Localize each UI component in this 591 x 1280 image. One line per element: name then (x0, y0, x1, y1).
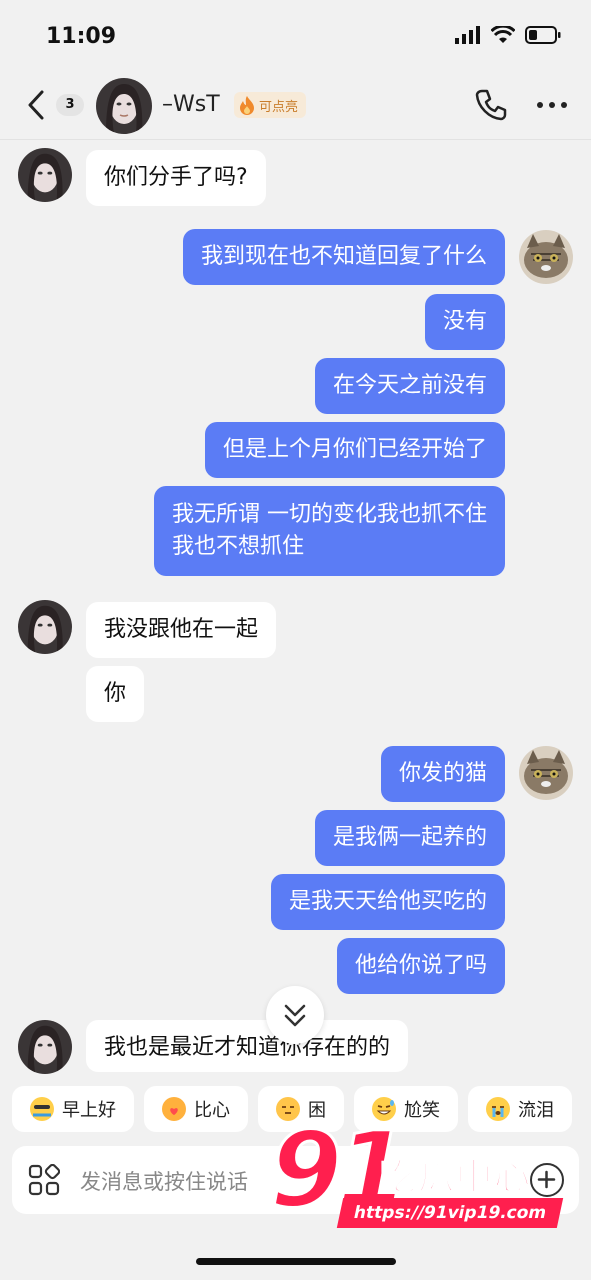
contact-avatar-message[interactable] (18, 1020, 72, 1074)
phone-icon[interactable] (474, 88, 508, 122)
incoming-message[interactable]: 我没跟他在一起 (86, 602, 277, 658)
watermark-url: https://91vip19.com (336, 1198, 564, 1228)
wifi-icon (491, 26, 515, 43)
signal-icon (455, 26, 480, 44)
scroll-to-bottom-button[interactable] (266, 986, 324, 1044)
more-options-icon[interactable] (536, 94, 568, 116)
contact-avatar[interactable] (96, 78, 152, 134)
double-chevron-down-icon (284, 1004, 306, 1027)
battery-icon (525, 26, 561, 44)
flame-icon (240, 96, 254, 115)
chip-label: 早上好 (62, 1100, 116, 1121)
status-bar: 11:09 (0, 0, 591, 70)
home-indicator (196, 1258, 396, 1265)
outgoing-message[interactable]: 但是上个月你们已经开始了 (204, 422, 505, 478)
back-arrow-icon[interactable] (22, 88, 52, 122)
outgoing-message[interactable]: 他给你说了吗 (336, 938, 505, 994)
status-time: 11:09 (46, 24, 117, 49)
self-avatar-cat[interactable] (519, 746, 573, 800)
light-up-tag[interactable]: 可点亮 (234, 92, 307, 118)
heart-hands-emoji-icon (162, 1097, 186, 1121)
outgoing-message[interactable]: 是我俩一起养的 (314, 810, 505, 866)
message-input[interactable]: 发消息或按住说话 (80, 1166, 248, 1196)
apps-grid-icon[interactable] (28, 1164, 60, 1196)
outgoing-message[interactable]: 在今天之前没有 (314, 358, 505, 414)
quick-reply-chip[interactable]: 比心 (144, 1086, 248, 1132)
chat-header: 3 –WsT 可点亮 (0, 70, 591, 140)
quick-reply-chip[interactable]: 早上好 (12, 1086, 134, 1132)
outgoing-message-multiline[interactable]: 我无所谓 一切的变化我也抓不住 我也不想抓住 (154, 486, 505, 576)
outgoing-message[interactable]: 我到现在也不知道回复了什么 (182, 229, 505, 285)
outgoing-message[interactable]: 没有 (424, 294, 505, 350)
contact-avatar-message[interactable] (18, 148, 72, 202)
message-line: 我也不想抓住 (172, 534, 305, 559)
tag-label: 可点亮 (259, 99, 299, 115)
contact-avatar-message[interactable] (18, 600, 72, 654)
watermark-name: 吃瓜中心 (379, 1156, 533, 1199)
status-icons (455, 26, 561, 44)
watermark-logo: 91 吃瓜中心 https://91vip19.com (269, 1117, 586, 1234)
message-line: 我无所谓 一切的变化我也抓不住 (172, 502, 487, 527)
unread-count-badge: 3 (56, 94, 84, 116)
chip-label: 比心 (194, 1100, 230, 1121)
contact-name[interactable]: –WsT (162, 92, 220, 117)
incoming-message[interactable]: 你们分手了吗? (86, 150, 266, 206)
sunrise-emoji-icon (30, 1097, 54, 1121)
incoming-message[interactable]: 你 (86, 666, 145, 722)
header-divider (0, 139, 591, 140)
outgoing-message[interactable]: 是我天天给他买吃的 (270, 874, 505, 930)
outgoing-message[interactable]: 你发的猫 (380, 746, 505, 802)
self-avatar-cat[interactable] (519, 230, 573, 284)
incoming-message[interactable]: 我也是最近才知道你存在的的 (86, 1020, 409, 1072)
